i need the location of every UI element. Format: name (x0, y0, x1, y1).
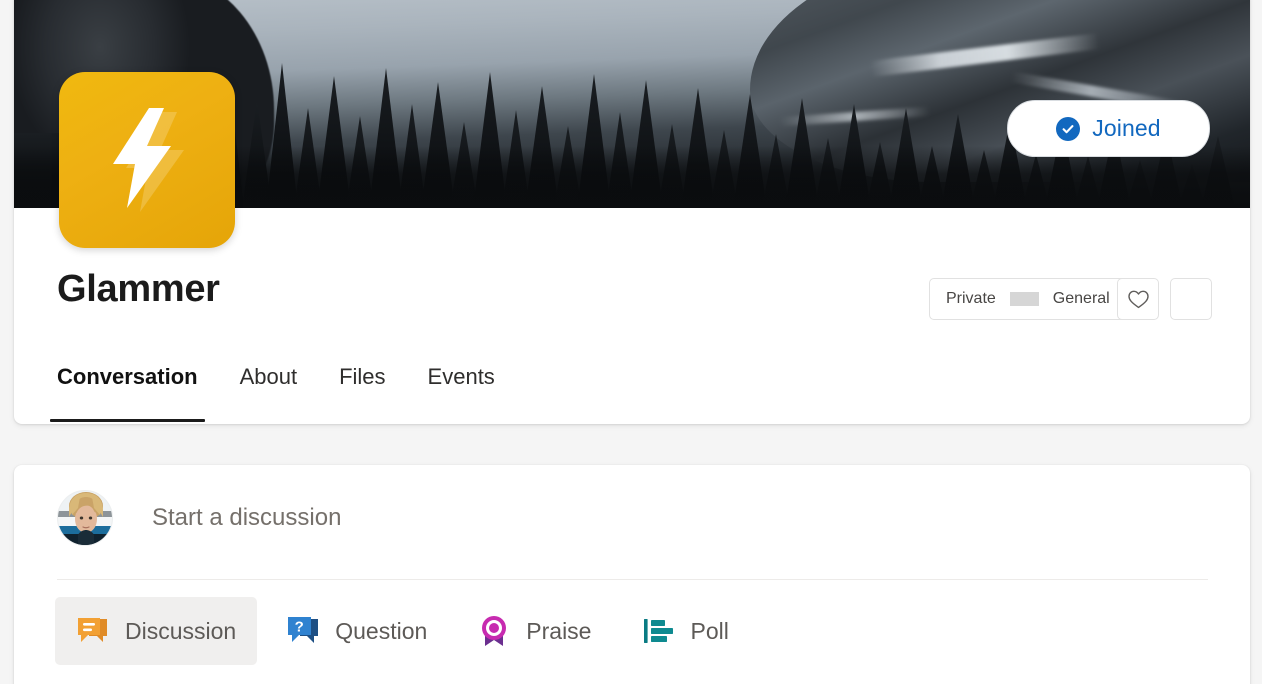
post-composer-card: Start a discussion Discussion ? Question… (14, 465, 1250, 684)
composer-divider (57, 579, 1208, 580)
post-type-poll[interactable]: Poll (620, 597, 749, 665)
composer-placeholder[interactable]: Start a discussion (152, 504, 341, 532)
heart-icon (1127, 290, 1149, 308)
tab-about[interactable]: About (219, 348, 319, 424)
discussion-icon (78, 618, 107, 642)
joined-button-label: Joined (1092, 115, 1161, 141)
avatar (57, 489, 113, 546)
post-type-label: Discussion (125, 617, 237, 644)
user-avatar-image (58, 490, 112, 545)
more-options-button[interactable] (1170, 278, 1212, 320)
tab-label: Files (339, 364, 386, 389)
post-type-label: Praise (526, 617, 592, 644)
joined-button[interactable]: Joined (1007, 100, 1210, 157)
post-type-label: Question (335, 617, 428, 644)
group-meta-badge: Private General (929, 278, 1127, 320)
meta-separator (1009, 292, 1039, 306)
post-type-row: Discussion ? Question Praise Poll (14, 596, 1250, 666)
tab-conversation[interactable]: Conversation (36, 348, 219, 424)
check-circle-icon (1056, 116, 1081, 141)
post-type-discussion[interactable]: Discussion (55, 597, 258, 665)
classification-label: General (1052, 290, 1110, 307)
group-header-card: Joined Glammer Private General Conversat… (14, 0, 1250, 424)
privacy-label: Private (946, 290, 996, 307)
tab-files[interactable]: Files (318, 348, 406, 424)
lightning-bolt-icon (113, 108, 171, 208)
praise-icon (482, 616, 507, 646)
tab-label: Conversation (57, 364, 198, 389)
composer-input-row[interactable]: Start a discussion (14, 465, 1250, 570)
tab-events[interactable]: Events (407, 348, 516, 424)
yammer-group-page: Joined Glammer Private General Conversat… (0, 0, 1262, 684)
group-tabs: Conversation About Files Events (14, 348, 1250, 424)
post-type-label: Poll (690, 617, 729, 644)
favorite-button[interactable] (1117, 278, 1159, 320)
tab-label: About (239, 364, 298, 389)
post-type-praise[interactable]: Praise (456, 597, 612, 665)
question-icon: ? (288, 617, 319, 643)
svg-text:?: ? (295, 618, 304, 635)
page-title: Glammer (57, 268, 220, 310)
group-title-row: Glammer Private General (14, 208, 1250, 328)
post-type-question[interactable]: ? Question (265, 597, 448, 665)
tab-label: Events (427, 364, 495, 389)
poll-icon (644, 619, 674, 643)
